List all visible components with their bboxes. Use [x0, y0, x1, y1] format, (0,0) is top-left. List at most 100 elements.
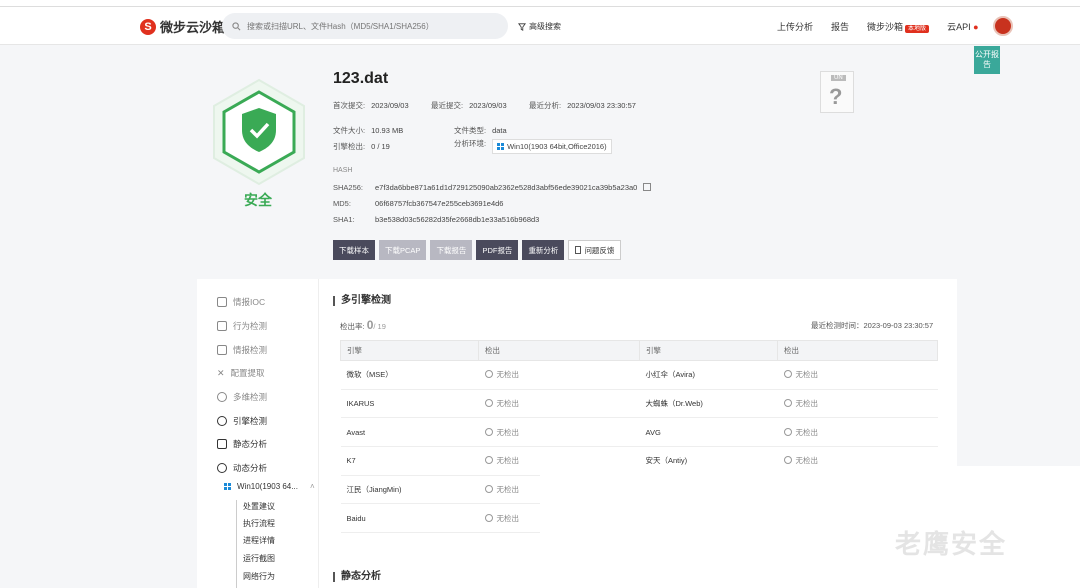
static-analysis-title: 静态分析 [333, 572, 381, 582]
sidebar-env[interactable]: Win10(1903 64... ˄ [224, 482, 315, 491]
last-submit: 最近提交: 2023/09/03 [431, 101, 507, 110]
search-icon [232, 21, 241, 30]
table-row: Avast 无检出 AVG 无检出 [340, 417, 938, 448]
col-result: 检出 [478, 340, 640, 361]
verdict-label: 安全 [244, 192, 272, 208]
sha256-row: SHA256: e7f3da6bbe871a61d1d729125090ab236… [333, 183, 652, 192]
windows-icon [224, 483, 231, 490]
chevron-up-icon: ˄ [309, 482, 315, 491]
file-size: 文件大小: 10.93 MB [333, 126, 404, 135]
download-sample-button[interactable]: 下载样本 [333, 240, 375, 260]
intel-icon [217, 345, 227, 355]
feedback-button[interactable]: 问题反馈 [568, 240, 622, 260]
detection-rate: 检出率: 0/ 19 [340, 318, 386, 332]
check-circle-icon [783, 427, 792, 436]
search-bar[interactable] [222, 13, 508, 39]
file-name: 123.dat [333, 70, 389, 87]
nav-cloud-api[interactable]: 云API ● [947, 20, 978, 33]
sidebar-item-dynamic[interactable]: 动态分析 [217, 462, 267, 474]
table-row: 微软（MSE） 无检出 小红伞（Avira) 无检出 [340, 360, 938, 390]
logo[interactable]: S 微步云沙箱 [140, 17, 225, 36]
env-box: Win10(1903 64bit,Office2016) [492, 139, 612, 154]
local-badge: 本地版 [905, 25, 930, 33]
sub-item-process[interactable]: 进程详情 [243, 535, 275, 546]
col-result: 检出 [777, 340, 938, 361]
sidebar-item-engine[interactable]: 引擎检测 [217, 415, 267, 427]
ioc-icon [217, 297, 227, 307]
engine-result: 无检出 [777, 389, 938, 419]
dynamic-icon [217, 463, 227, 473]
feedback-label: 问题反馈 [584, 245, 615, 255]
download-report-button[interactable]: 下载报告 [430, 240, 473, 260]
behavior-icon [217, 321, 227, 331]
hash-title: HASH [333, 167, 353, 174]
unknown-file-icon: UN ? [820, 71, 854, 113]
check-circle-icon [484, 513, 493, 522]
nav-links: 上传分析 报告 微步沙箱 本地版 云API ● [777, 20, 979, 33]
nav-cloud-api-label: 云API [947, 22, 971, 32]
copy-icon[interactable] [643, 183, 652, 191]
advanced-search-label: 高级搜索 [529, 22, 561, 31]
avatar[interactable] [993, 16, 1013, 36]
sub-item-flow[interactable]: 执行流程 [243, 518, 275, 529]
sidebar-item-config[interactable]: ✕ 配置提取 [217, 367, 265, 379]
nav-report[interactable]: 报告 [831, 20, 849, 33]
last-analysis: 最近分析: 2023/09/03 23:30:57 [529, 101, 636, 110]
pdf-report-button[interactable]: PDF报告 [476, 240, 519, 260]
sidebar-item-static[interactable]: 静态分析 [217, 438, 267, 450]
engine-result: 无检出 [478, 417, 640, 448]
hot-icon: ● [973, 22, 979, 32]
watermark: 老鹰安全 [895, 530, 1008, 560]
check-circle-icon [783, 399, 792, 408]
latest-detect-time: 最近检测时间：2023-09-03 23:30:57 [811, 321, 934, 330]
action-buttons: 下载样本 下载PCAP 下载报告 PDF报告 重新分析 问题反馈 [333, 240, 622, 260]
engine-result: 无检出 [777, 417, 938, 448]
sidebar-item-multidim[interactable]: 多维检测 [217, 391, 267, 403]
check-circle-icon [484, 485, 493, 494]
engine-name: K7 [340, 446, 479, 476]
engine-name: AVG [639, 417, 778, 448]
public-report-tag[interactable]: 公开报告 [974, 46, 1000, 74]
question-icon: ? [829, 84, 843, 109]
multi-engine-title: 多引擎检测 [333, 296, 391, 306]
sidebar-item-behavior[interactable]: 行为检测 [217, 320, 267, 332]
sub-item-screenshot[interactable]: 运行截图 [243, 553, 275, 564]
nav-sandbox-label: 微步沙箱 [867, 22, 904, 32]
nav-upload[interactable]: 上传分析 [777, 20, 813, 33]
check-circle-icon [484, 370, 493, 379]
search-input[interactable] [247, 21, 497, 31]
first-submit: 首次提交: 2023/09/03 [333, 101, 409, 110]
check-circle-icon [484, 399, 493, 408]
engine-result: 无检出 [478, 360, 640, 390]
engine-name: IKARUS [340, 389, 479, 419]
col-engine: 引擎 [340, 340, 479, 361]
engine-name: 江民（JiangMin) [340, 475, 479, 505]
tools-icon: ✕ [217, 367, 225, 378]
engine-name: 大蜘蛛（Dr.Web) [639, 389, 778, 419]
tree-line [236, 500, 237, 588]
col-engine: 引擎 [639, 340, 778, 361]
table-row: IKARUS 无检出 大蜘蛛（Dr.Web) 无检出 [340, 389, 938, 419]
static-icon [217, 439, 227, 449]
logo-text: 微步云沙箱 [160, 20, 226, 35]
table-header: 引擎 检出 引擎 检出 [340, 340, 938, 361]
check-circle-icon [484, 456, 493, 465]
engine-result: 无检出 [478, 389, 640, 419]
sidebar-item-intel[interactable]: 情报检测 [217, 344, 267, 356]
sub-item-network[interactable]: 网络行为 [243, 571, 275, 582]
safe-shield-icon [210, 78, 308, 186]
document-icon [575, 246, 582, 254]
top-navbar: S 微步云沙箱 高级搜索 上传分析 报告 微步沙箱本地版 云API ● [0, 7, 1080, 45]
logo-icon: S [140, 18, 156, 35]
sidebar-item-ioc[interactable]: 情报IOC [217, 296, 265, 308]
nav-sandbox[interactable]: 微步沙箱 本地版 [867, 20, 930, 33]
filter-icon [518, 22, 526, 31]
windows-icon [497, 143, 505, 150]
advanced-search-button[interactable]: 高级搜索 [518, 21, 561, 32]
sub-item-advice[interactable]: 处置建议 [243, 501, 275, 512]
check-circle-icon [783, 370, 792, 379]
download-pcap-button[interactable]: 下载PCAP [379, 240, 427, 260]
engine-name: Baidu [340, 503, 479, 534]
reanalyze-button[interactable]: 重新分析 [522, 240, 565, 260]
engine-name: 小红伞（Avira) [639, 360, 778, 390]
